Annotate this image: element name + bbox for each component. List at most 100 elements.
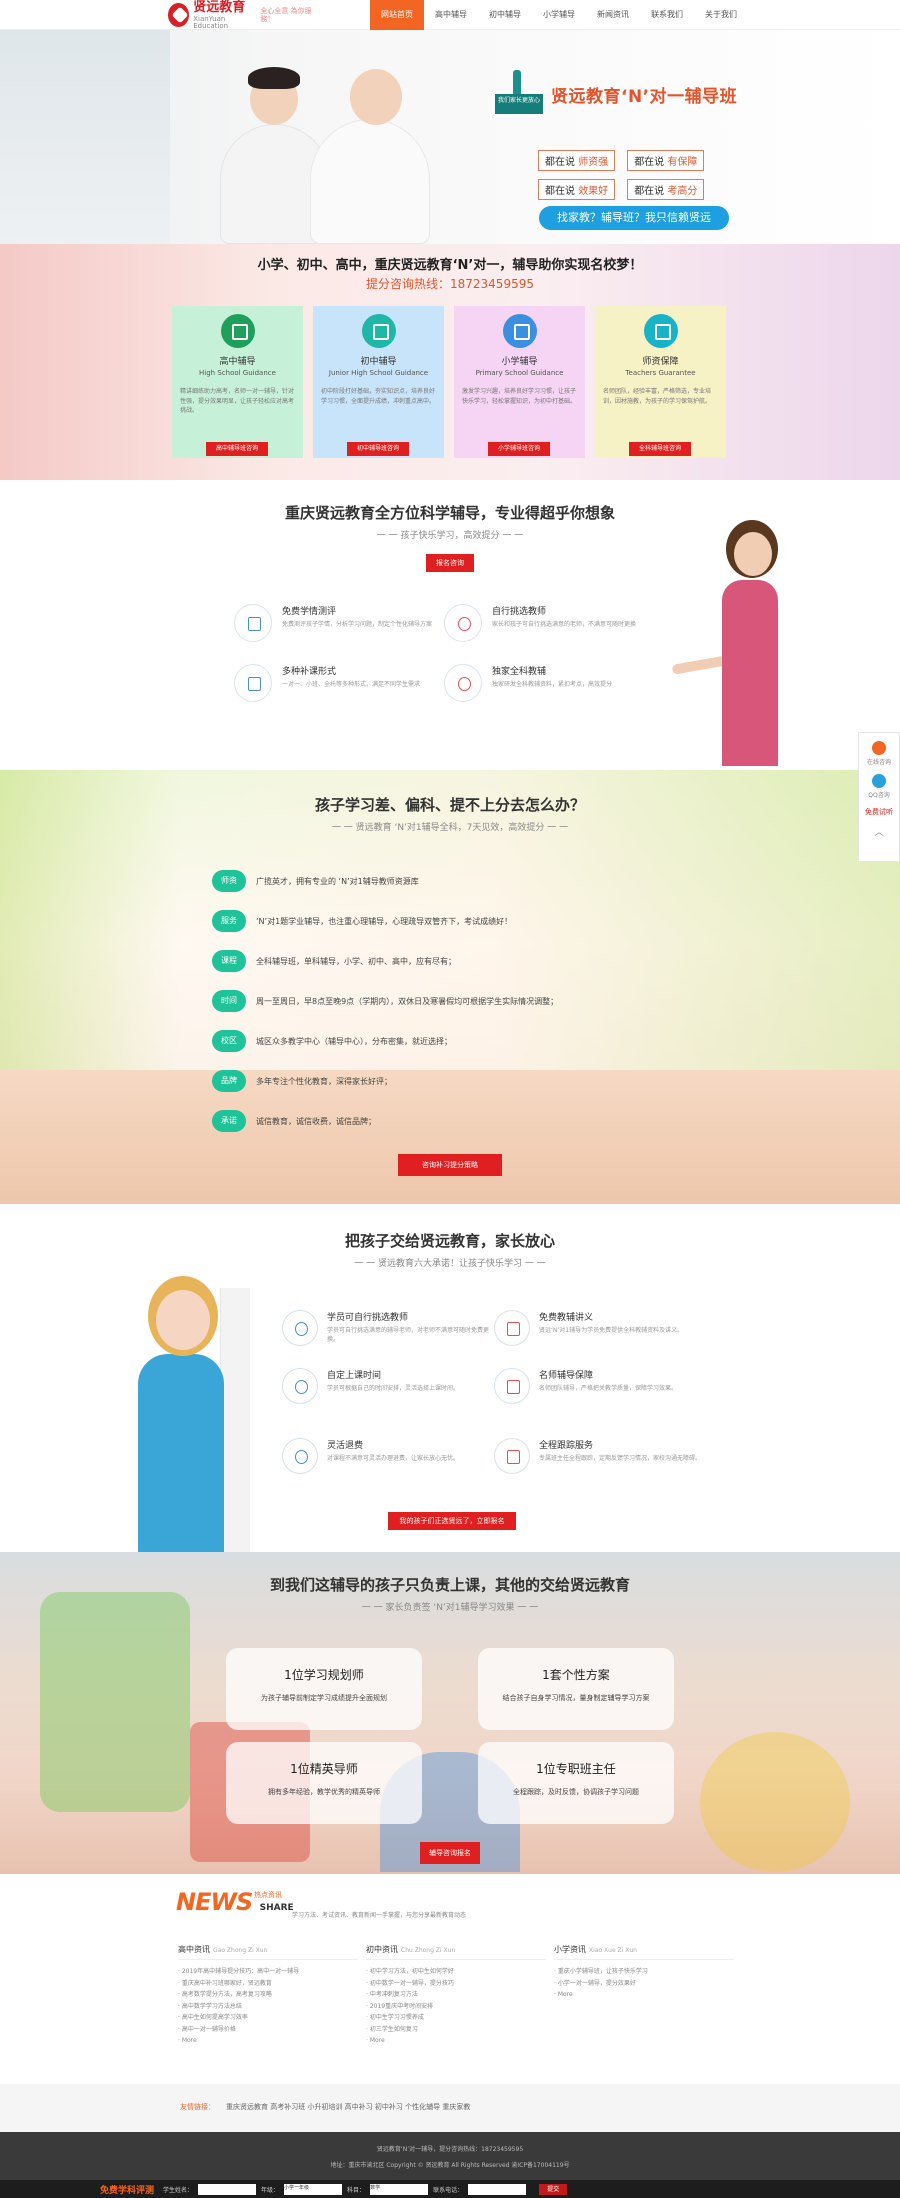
logo-name: 贤远教育 — [193, 0, 246, 15]
list-item: 品牌 多年专注个性化教育，深得家长好评； — [212, 1070, 558, 1092]
footer-line2: 地址：重庆市渝北区 Copyright © 贤远教育 All Rights Re… — [330, 2162, 570, 2169]
list-item: 师资 广揽英才，拥有专业的 ‘N’对1辅导教师资源库 — [212, 870, 558, 892]
news-link[interactable]: 初中生学习习惯养成 — [366, 2012, 546, 2024]
chat-icon — [282, 1310, 318, 1346]
news-more-link[interactable]: More — [366, 2035, 546, 2047]
logo[interactable]: 贤远教育 XianYuan Education 全心全意 為你服務！ — [168, 0, 318, 29]
service-consult-button[interactable]: 辅导咨询报名 — [420, 1842, 480, 1864]
list-item: 承诺 诚信教育，诚信收费，诚信品牌； — [212, 1110, 558, 1132]
qq-icon[interactable] — [872, 774, 886, 788]
news-link[interactable]: 2019重庆中考时间安排 — [366, 2001, 546, 2013]
guidance-title: 小学、初中、高中，重庆贤远教育‘N’对一，辅导助你实现名校梦！ — [257, 258, 643, 273]
footer: 贤远教育‘N’对一辅导，提分咨询热线：18723459595 地址：重庆市渝北区… — [0, 2132, 900, 2180]
list-icon — [234, 664, 272, 702]
news-section: NEWS SHARE 热点资讯 学习方法、考试资讯、教育新闻一手掌握，与您分享最… — [0, 1874, 900, 2084]
news-column-primary: 小学资讯Xiao Xue Zi Xun 重庆小学辅导班，让孩子快乐学习 小学一对… — [554, 1944, 734, 2001]
promise-section: 把孩子交给贤远教育，家长放心 一 一 贤远教育六大承诺！让孩子快乐学习 一 一 … — [0, 1204, 900, 1552]
list-item: 时间 周一至周日，早8点至晚9点（学期内），双休日及寒暑假均可根据学生实际情况调整… — [212, 990, 558, 1012]
news-link[interactable]: 2019年高中辅导提分技巧：高中一对一辅导 — [178, 1966, 358, 1978]
strategy-consult-button[interactable]: 咨询补习提分策略 — [398, 1154, 502, 1176]
hero-tag: 都在说 效果好 — [538, 179, 616, 200]
hero-title-group: 我们家长更放心 贤远教育‘N’对一辅导班 — [495, 70, 737, 118]
news-link[interactable]: 初中学习方法，初中生如何学好 — [366, 1966, 546, 1978]
hero-kids-image — [220, 63, 460, 244]
news-column-junior: 初中资讯Chu Zhong Zi Xun 初中学习方法，初中生如何学好 初中数学… — [366, 1944, 546, 2047]
promise-title: 把孩子交给贤远教育，家长放心 — [344, 1232, 555, 1250]
card-high-school: 高中辅导 High School Guidance 精讲细练助力高考，名师一对一… — [172, 306, 303, 458]
enroll-now-button[interactable]: 我的孩子们正选贤远了，立即报名 — [388, 1512, 516, 1530]
card-junior-high: 初中辅导 Junior High School Guidance 初中阶段打好基… — [313, 306, 444, 458]
hero-cta-button[interactable]: 找家教？辅导班？我只信赖贤远 — [539, 206, 729, 230]
main-menu: 网站首页 高中辅导 初中辅导 小学辅导 新闻资讯 联系我们 关于我们 — [370, 0, 748, 30]
menu-item-primary[interactable]: 小学辅导 — [532, 0, 586, 30]
problem-section: 孩子学习差、偏科、提不上分去怎么办？ 一 一 贤远教育 ‘N’对1辅导全科，7天… — [0, 770, 900, 1204]
chat-icon[interactable] — [872, 741, 886, 755]
top-nav: 贤远教育 XianYuan Education 全心全意 為你服務！ 网站首页 … — [0, 0, 900, 30]
news-link[interactable]: 高中生如何提高学习效率 — [178, 2012, 358, 2024]
free-trial-link[interactable]: 免费试听 — [859, 807, 899, 817]
news-more-link[interactable]: More — [178, 2035, 358, 2047]
classroom-icon — [361, 314, 396, 348]
free-test-bar: 免费学科评测 学生姓名： 年级： 小学一年级 科目： 数学 联系电话： 提交 — [0, 2180, 900, 2198]
phone-input[interactable] — [468, 2183, 527, 2195]
news-link[interactable]: 初三学生如何复习 — [366, 2024, 546, 2036]
girl-with-board-image — [120, 1276, 250, 1552]
service-box-planner: 1位学习规划师 为孩子辅导前制定学习成绩提升全面规划 — [226, 1648, 422, 1730]
online-consult-link[interactable]: 在线咨询 — [859, 757, 899, 766]
book-icon — [494, 1310, 530, 1346]
hero-tag: 都在说 有保障 — [627, 150, 705, 171]
grade-select[interactable]: 小学一年级 — [284, 2183, 343, 2195]
news-link[interactable]: 重庆高中补习班哪家好，贤远教育 — [178, 1978, 358, 1990]
search-icon — [494, 1438, 530, 1474]
feature-choose-teacher: 自行挑选教师 家长和孩子可自行挑选满意的老师，不满意可随时更换 — [444, 604, 644, 642]
menu-item-about[interactable]: 关于我们 — [694, 0, 748, 30]
menu-item-high-school[interactable]: 高中辅导 — [424, 0, 478, 30]
service-section: 到我们这辅导的孩子只负责上课，其他的交给贤远教育 一 一 家长负责签 ‘N’对1… — [0, 1552, 900, 1874]
all-subject-consult-button[interactable]: 全科辅导班咨询 — [629, 442, 691, 456]
news-column-high: 高中资讯Gao Zhong Zi Xun 2019年高中辅导提分技巧：高中一对一… — [178, 1944, 358, 2047]
advantage-list: 师资 广揽英才，拥有专业的 ‘N’对1辅导教师资源库 服务 ‘N’对1题学业辅导，也… — [212, 870, 558, 1150]
target-icon — [444, 664, 482, 702]
science-section: 重庆贤远教育全方位科学辅导，专业得超乎你想象 一 一 孩子快乐学习，高效提分 一… — [0, 480, 900, 770]
feature-materials: 独家全科教辅 独家研发全科教辅资料，紧扣考点，高效提分 — [444, 664, 644, 702]
primary-consult-button[interactable]: 小学辅导班咨询 — [488, 442, 550, 456]
news-link[interactable]: 重庆小学辅导班，让孩子快乐学习 — [554, 1966, 734, 1978]
problem-subtitle: 一 一 贤远教育 ‘N’对1辅导全科，7天见效，高效提分 一 一 — [331, 823, 569, 833]
submit-button[interactable]: 提交 — [539, 2183, 568, 2195]
service-subtitle: 一 一 家长负责签 ‘N’对1辅导学习效果 一 一 — [361, 1603, 539, 1613]
high-school-consult-button[interactable]: 高中辅导班咨询 — [206, 442, 268, 456]
logo-slogan: 全心全意 為你服務！ — [260, 6, 312, 23]
bulb-icon — [494, 1368, 530, 1404]
menu-item-contact[interactable]: 联系我们 — [640, 0, 694, 30]
news-link[interactable]: 高考数学提分方法，高考复习攻略 — [178, 1989, 358, 2001]
back-to-top-icon[interactable]: ︿ — [859, 825, 899, 838]
signup-consult-button[interactable]: 报名咨询 — [426, 554, 474, 572]
list-item: 课程 全科辅导班，单科辅导，小学、初中、高中，应有尽有； — [212, 950, 558, 972]
subject-select[interactable]: 数学 — [370, 2183, 429, 2195]
brush-icon: 我们家长更放心 — [495, 70, 545, 118]
junior-high-consult-button[interactable]: 初中辅导班咨询 — [347, 442, 409, 456]
student-name-input[interactable] — [198, 2183, 257, 2195]
footer-line1: 贤远教育‘N’对一辅导，提分咨询热线：18723459595 — [376, 2146, 524, 2153]
guidance-section: 小学、初中、高中，重庆贤远教育‘N’对一，辅导助你实现名校梦！ 提分咨询热线：1… — [0, 244, 900, 480]
hero-tags: 都在说 师资强 都在说 有保障 都在说 效果好 都在说 考高分 — [538, 150, 733, 200]
news-link[interactable]: 小学一对一辅导，提分效果好 — [554, 1978, 734, 1990]
news-link[interactable]: 高中数学学习方法总结 — [178, 2001, 358, 2013]
heart-icon — [444, 604, 482, 642]
friend-links-list[interactable]: 重庆贤远教育 高考补习班 小升初培训 高中补习 初中补习 个性化辅导 重庆家教 — [226, 2102, 470, 2112]
floating-sidebar: 在线咨询 QQ咨询 免费试听 ︿ — [858, 732, 900, 862]
list-item: 服务 ‘N’对1题学业辅导，也注重心理辅导，心理疏导双管齐下，考试成绩好！ — [212, 910, 558, 932]
news-link[interactable]: 初中数学一对一辅导，提分技巧 — [366, 1978, 546, 1990]
clipboard-icon — [234, 604, 272, 642]
service-title: 到我们这辅导的孩子只负责上课，其他的交给贤远教育 — [269, 1576, 630, 1594]
list-item: 校区 城区众多教学中心（辅导中心），分布密集，就近选择； — [212, 1030, 558, 1052]
menu-item-junior-high[interactable]: 初中辅导 — [478, 0, 532, 30]
news-link[interactable]: 中考冲刺复习方法 — [366, 1989, 546, 2001]
service-box-tutor: 1位精英导师 拥有多年经验，教学优秀的精英导师 — [226, 1742, 422, 1824]
qq-consult-link[interactable]: QQ咨询 — [859, 790, 899, 799]
news-link[interactable]: 高中一对一辅导价格 — [178, 2024, 358, 2036]
menu-item-home[interactable]: 网站首页 — [370, 0, 424, 30]
promise-choose-teacher: 学员可自行挑选教师 学员可自行挑选满意的辅导老师，对老师不满意可随时免费更换。 — [282, 1310, 492, 1346]
menu-item-news[interactable]: 新闻资讯 — [586, 0, 640, 30]
news-more-link[interactable]: More — [554, 1989, 734, 2001]
